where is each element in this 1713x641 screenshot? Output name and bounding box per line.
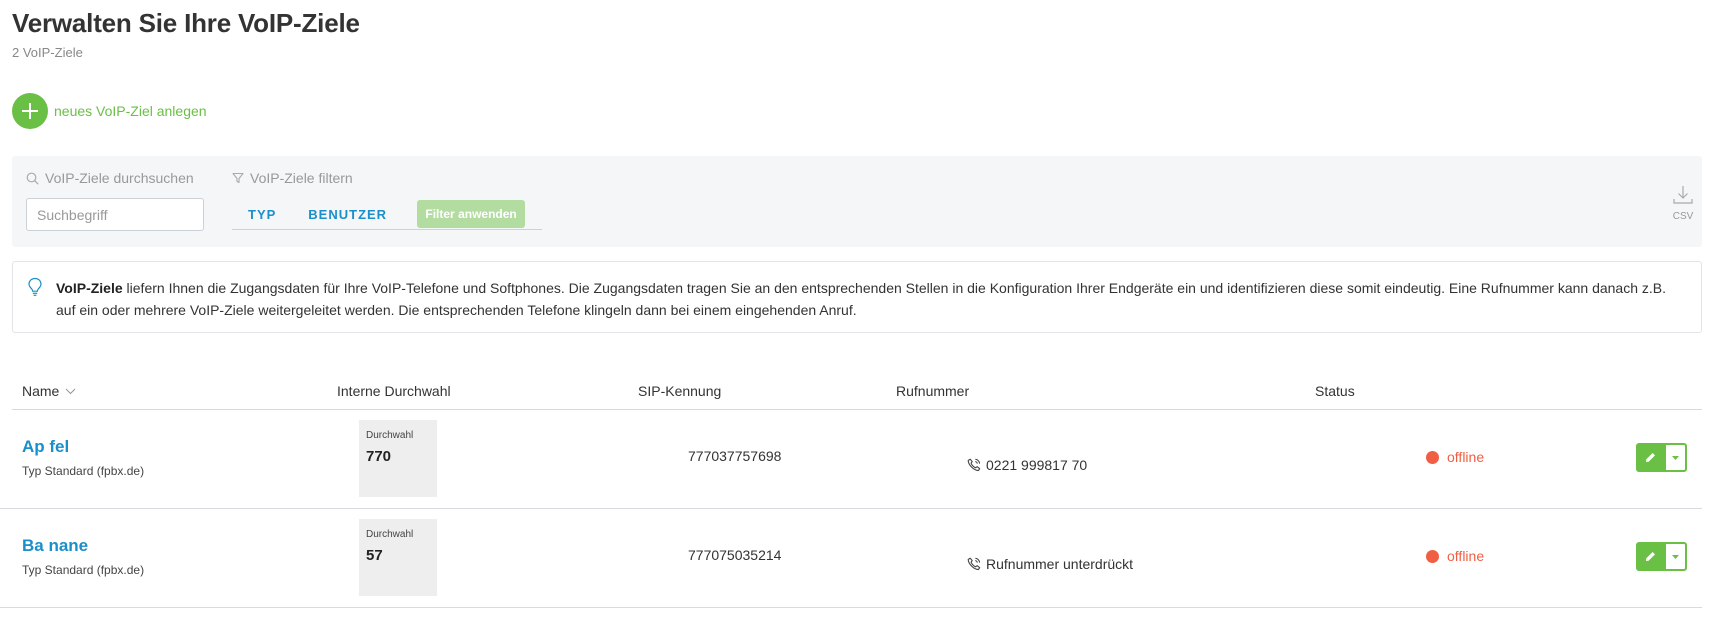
phone-number: Rufnummer unterdrückt: [967, 556, 1133, 572]
page-title: Verwalten Sie Ihre VoIP-Ziele: [12, 8, 360, 38]
extension-value: 770: [366, 448, 392, 465]
add-voip-target-label[interactable]: neues VoIP-Ziel anlegen: [54, 103, 207, 119]
sort-chevron-down-icon[interactable]: [65, 388, 76, 395]
column-header-phone: Rufnummer: [896, 383, 970, 399]
phone-number-text: Rufnummer unterdrückt: [986, 556, 1134, 572]
apply-filter-button[interactable]: Filter anwenden: [417, 199, 526, 228]
voip-targets-table: Name Interne Durchwahl SIP-Kennung Rufnu…: [0, 376, 1702, 608]
lightbulb-icon: [28, 277, 42, 296]
voip-target-type: Typ Standard (fpbx.de): [22, 563, 145, 577]
voip-target-name-link[interactable]: Ap fel: [22, 437, 69, 457]
filter-tabs: TYP BENUTZER Filter anwenden: [232, 199, 542, 230]
plus-icon[interactable]: [12, 93, 48, 129]
extension-box: Durchwahl 770: [359, 420, 437, 497]
phone-number: 0221 999817 70: [967, 457, 1087, 473]
filter-heading-label: VoIP-Ziele filtern: [250, 170, 353, 186]
row-actions: [1636, 443, 1687, 472]
status-text: offline: [1447, 548, 1485, 564]
extension-box: Durchwahl 57: [359, 519, 437, 596]
phone-icon: [967, 557, 981, 571]
filter-heading: VoIP-Ziele filtern: [232, 170, 353, 186]
status-dot: [1426, 549, 1439, 563]
search-heading-label: VoIP-Ziele durchsuchen: [45, 170, 194, 186]
status-dot: [1426, 450, 1439, 464]
download-icon[interactable]: [1672, 184, 1694, 206]
voip-target-type: Typ Standard (fpbx.de): [22, 464, 145, 478]
edit-button[interactable]: [1636, 443, 1665, 472]
filter-panel: VoIP-Ziele durchsuchen VoIP-Ziele filter…: [12, 156, 1702, 247]
row-actions: [1636, 542, 1687, 571]
table-header: Name Interne Durchwahl SIP-Kennung Rufnu…: [12, 376, 1702, 410]
pencil-icon[interactable]: [1645, 452, 1656, 463]
column-header-status: Status: [1315, 383, 1355, 399]
status-indicator: offline: [1426, 548, 1484, 564]
actions-dropdown-button[interactable]: [1665, 443, 1687, 472]
status-indicator: offline: [1426, 449, 1484, 465]
add-voip-target-button[interactable]: neues VoIP-Ziel anlegen: [12, 93, 207, 129]
filter-tab-typ[interactable]: TYP: [248, 207, 276, 222]
extension-value: 57: [366, 547, 383, 564]
funnel-icon: [232, 172, 244, 184]
sip-id: 777037757698: [688, 448, 782, 464]
table-row: Ap fel Typ Standard (fpbx.de) Durchwahl …: [0, 410, 1702, 509]
column-header-name[interactable]: Name: [22, 383, 76, 399]
info-box: VoIP-Ziele liefern Ihnen die Zugangsdate…: [12, 261, 1702, 333]
info-text-bold: VoIP-Ziele: [56, 280, 123, 296]
column-header-extension: Interne Durchwahl: [337, 383, 451, 399]
voip-target-name-link[interactable]: Ba nane: [22, 536, 88, 556]
info-text: VoIP-Ziele liefern Ihnen die Zugangsdate…: [56, 277, 1681, 321]
extension-label: Durchwahl: [366, 430, 414, 441]
info-text-body: liefern Ihnen die Zugangsdaten für Ihre …: [56, 280, 1667, 318]
caret-down-icon[interactable]: [1672, 455, 1679, 460]
page-subtitle: 2 VoIP-Ziele: [12, 45, 83, 60]
csv-label[interactable]: CSV: [1670, 211, 1696, 222]
edit-button[interactable]: [1636, 542, 1665, 571]
search-heading: VoIP-Ziele durchsuchen: [26, 170, 194, 186]
actions-dropdown-button[interactable]: [1665, 542, 1687, 571]
search-icon: [26, 172, 39, 185]
column-header-sip: SIP-Kennung: [638, 383, 722, 399]
sip-id: 777075035214: [688, 547, 782, 563]
filter-tab-benutzer[interactable]: BENUTZER: [308, 207, 387, 222]
phone-number-text: 0221 999817 70: [986, 457, 1088, 473]
phone-icon: [967, 458, 981, 472]
search-input[interactable]: [26, 198, 204, 231]
csv-export-button[interactable]: CSV: [1670, 184, 1696, 222]
pencil-icon[interactable]: [1645, 551, 1656, 562]
extension-label: Durchwahl: [366, 529, 414, 540]
column-header-name-label[interactable]: Name: [22, 383, 59, 399]
status-text: offline: [1447, 449, 1485, 465]
caret-down-icon[interactable]: [1672, 554, 1679, 559]
table-row: Ba nane Typ Standard (fpbx.de) Durchwahl…: [0, 509, 1702, 608]
